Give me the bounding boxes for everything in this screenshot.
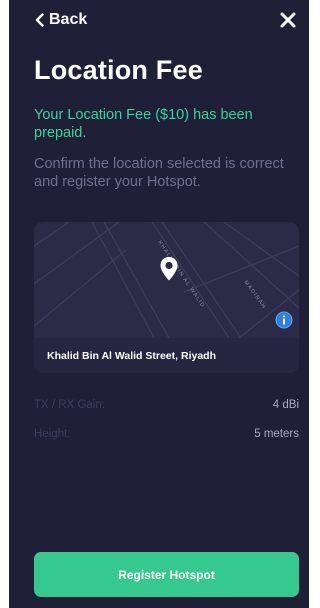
height-row: Height: 5 meters <box>34 426 299 442</box>
gain-value: 4 dBi <box>272 399 299 411</box>
page-title: Location Fee <box>34 55 203 85</box>
info-icon[interactable] <box>275 311 293 329</box>
location-pin-icon <box>160 257 178 281</box>
location-fee-screen: Back Location Fee Your Location Fee ($10… <box>9 0 309 608</box>
height-label: Height: <box>34 428 71 440</box>
top-bar: Back <box>9 0 309 40</box>
prepaid-message: Your Location Fee ($10) has been prepaid… <box>34 107 253 141</box>
register-hotspot-button[interactable]: Register Hotspot <box>34 552 299 597</box>
close-icon[interactable] <box>277 9 299 31</box>
back-button[interactable]: Back <box>35 10 87 30</box>
gain-label: TX / RX Gain: <box>34 399 105 411</box>
confirm-message: Confirm the location selected is correct… <box>34 156 284 190</box>
height-value: 5 meters <box>254 428 299 440</box>
back-label: Back <box>49 11 88 28</box>
chevron-left-icon <box>35 13 44 27</box>
gain-row: TX / RX Gain: 4 dBi <box>34 397 299 413</box>
map-address: Khalid Bin Al Walid Street, Riyadh <box>34 338 299 373</box>
location-map-card[interactable]: KHALID BIN AL WALID MADINAH Khalid Bin A… <box>34 222 299 373</box>
